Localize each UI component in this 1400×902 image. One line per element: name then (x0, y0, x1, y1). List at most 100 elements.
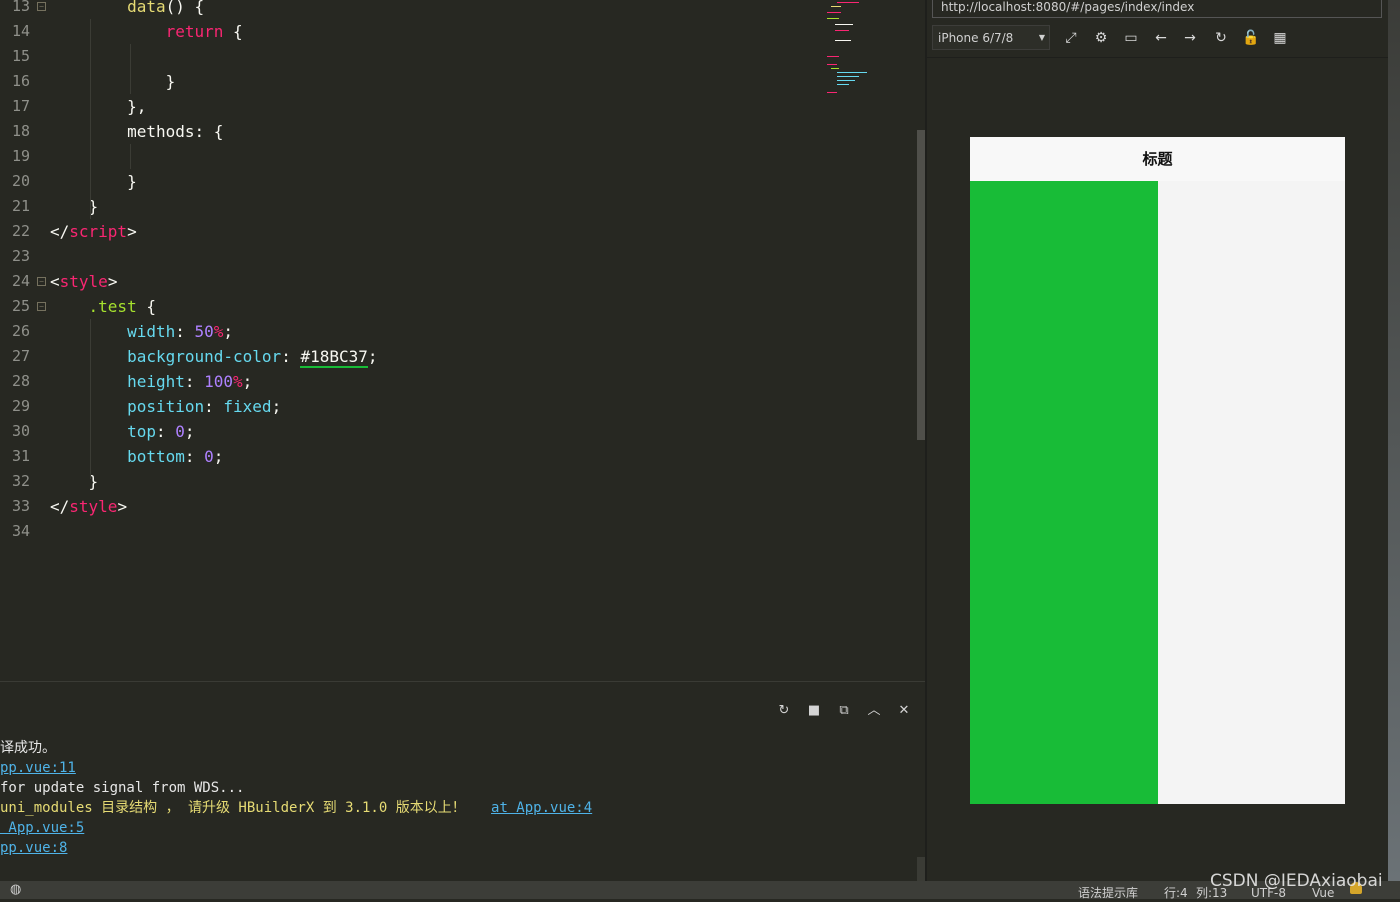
code-line[interactable]: 23 (0, 244, 820, 269)
code-token: } (50, 72, 176, 91)
minimap[interactable] (825, 0, 915, 100)
console-text: for update signal from WDS... (0, 780, 245, 796)
code-token: </ (50, 222, 70, 241)
syntax-lib-button[interactable]: 语法提示库 (1078, 884, 1138, 902)
code-token: background-color (127, 347, 282, 366)
code-token: return (165, 22, 224, 41)
code-editor[interactable]: 13− data() {14 return {15 16 } 17 }, 18 met… (0, 0, 925, 680)
line-number: 33 (11, 497, 30, 515)
code-line[interactable]: 15 (0, 44, 820, 69)
indent-guide (130, 44, 131, 94)
clear-console-icon[interactable]: ⧉ (835, 702, 853, 720)
code-line[interactable]: 26 width: 50%; (0, 319, 820, 344)
code-line[interactable]: 19 (0, 144, 820, 169)
forward-icon[interactable]: → (1180, 28, 1200, 48)
browser-preview: http://localhost:8080/#/pages/index/inde… (927, 0, 1400, 881)
restart-icon[interactable]: ↻ (775, 702, 793, 720)
console-icon[interactable]: ▭ (1121, 28, 1141, 48)
phone-screen: 标题 (970, 137, 1345, 804)
editor-scrollbar[interactable] (917, 130, 925, 440)
code-token: > (127, 222, 137, 241)
code-text: } (50, 69, 176, 94)
console-source-link[interactable]: App.vue:5 (0, 820, 84, 836)
fold-toggle-icon[interactable]: − (37, 2, 46, 11)
code-line[interactable]: 25− .test { (0, 294, 820, 319)
code-line[interactable]: 24− <style> (0, 269, 820, 294)
lock-icon[interactable]: 🔓 (1241, 28, 1261, 48)
code-line[interactable]: 33 </style> (0, 494, 820, 519)
stop-icon[interactable]: ■ (805, 702, 823, 720)
line-number: 15 (11, 47, 30, 65)
console-line: App.vue:5 (0, 818, 84, 838)
line-number: 16 (11, 72, 30, 90)
code-token: </ (50, 497, 70, 516)
console-source-link[interactable]: at App.vue:4 (491, 800, 592, 816)
code-token: % (233, 372, 243, 391)
line-number: 31 (11, 447, 30, 465)
code-line[interactable]: 32 } (0, 469, 820, 494)
code-line[interactable]: 14 return { (0, 19, 820, 44)
line-number: 32 (11, 472, 30, 490)
code-token: fixed (223, 397, 272, 416)
code-line[interactable]: 28 height: 100%; (0, 369, 820, 394)
fold-toggle-icon[interactable]: − (37, 277, 46, 286)
code-text: }, (50, 94, 146, 119)
code-line[interactable]: 30 top: 0; (0, 419, 820, 444)
collapse-icon[interactable]: ︿ (865, 702, 883, 720)
back-icon[interactable]: ← (1151, 28, 1171, 48)
globe-icon[interactable]: ◍ (10, 881, 21, 899)
status-bar: ◍ 语法提示库 行:4 列:13 UTF-8 Vue (0, 881, 1400, 902)
code-line[interactable]: 13− data() { (0, 0, 820, 19)
device-select[interactable]: iPhone 6/7/8 ▼ (932, 25, 1050, 50)
code-line[interactable]: 18 methods: { (0, 119, 820, 144)
line-number: 20 (11, 172, 30, 190)
code-line[interactable]: 21 } (0, 194, 820, 219)
code-token: > (107, 272, 118, 291)
code-line[interactable]: 17 }, (0, 94, 820, 119)
console-source-link[interactable]: pp.vue:11 (0, 760, 76, 776)
refresh-icon[interactable]: ↻ (1211, 28, 1231, 48)
line-number: 34 (11, 522, 30, 540)
cursor-line[interactable]: 行:4 (1164, 884, 1188, 902)
line-number: 17 (11, 97, 30, 115)
code-text: height: 100%; (50, 369, 252, 394)
close-icon[interactable]: ✕ (895, 702, 913, 720)
qrcode-icon[interactable]: ▦ (1270, 28, 1290, 48)
code-line[interactable]: 31 bottom: 0; (0, 444, 820, 469)
code-line[interactable]: 22 </script> (0, 219, 820, 244)
code-line[interactable]: 29 position: fixed; (0, 394, 820, 419)
code-line[interactable]: 27 background-color: #18BC37; (0, 344, 820, 369)
fold-toggle-icon[interactable]: − (37, 302, 46, 311)
code-token: data (127, 0, 166, 16)
window-edge (1388, 0, 1400, 881)
code-line[interactable]: 20 } (0, 169, 820, 194)
code-token: height (127, 372, 185, 391)
code-line[interactable]: 34 (0, 519, 820, 544)
console-scrollbar[interactable] (917, 857, 925, 882)
watermark: CSDN @IEDAxiaobai (1210, 871, 1383, 891)
console-toolbar: ↻ ■ ⧉ ︿ ✕ (775, 702, 913, 720)
line-number: 30 (11, 422, 30, 440)
code-token: 50 (194, 322, 214, 341)
code-token: position (127, 397, 205, 416)
indent-guide (90, 19, 91, 219)
indent-guide (130, 144, 131, 169)
console-line: pp.vue:11 (0, 758, 76, 778)
code-token: width (127, 322, 176, 341)
rotate-icon[interactable]: ⤢ (1061, 28, 1081, 48)
url-input[interactable]: http://localhost:8080/#/pages/index/inde… (932, 0, 1382, 18)
code-token: : (184, 447, 205, 466)
line-number: 13 (11, 0, 30, 15)
code-line[interactable]: 16 } (0, 69, 820, 94)
code-token: ; (184, 422, 195, 441)
code-text: top: 0; (50, 419, 195, 444)
settings-icon[interactable]: ⚙ (1091, 28, 1111, 48)
code-text: position: fixed; (50, 394, 281, 419)
code-token: #18BC37 (300, 347, 368, 368)
code-token: }, (50, 97, 147, 116)
code-token: % (213, 322, 224, 341)
console-source-link[interactable]: pp.vue:8 (0, 840, 67, 856)
